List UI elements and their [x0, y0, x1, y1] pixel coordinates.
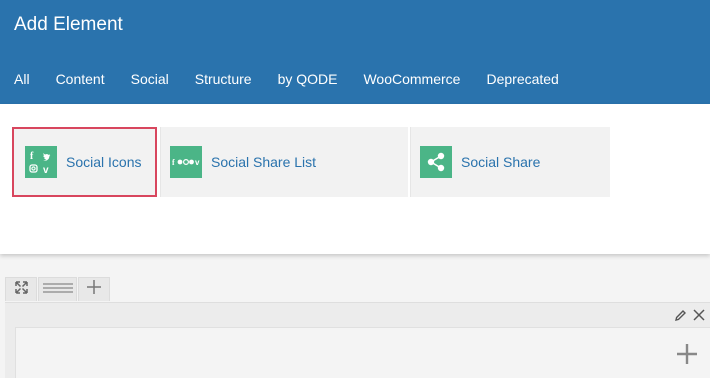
tab-woocommerce[interactable]: WooCommerce	[363, 71, 460, 87]
tab-by-qode[interactable]: by QODE	[278, 71, 338, 87]
social-share-list-icon: f v	[170, 146, 202, 178]
element-social-icons[interactable]: f v Social Icons	[12, 127, 157, 197]
add-icon	[87, 280, 101, 299]
element-label: Social Icons	[66, 154, 142, 170]
elements-panel: f v Social Icons f v Social Share List S…	[0, 104, 710, 254]
svg-text:f: f	[30, 151, 34, 162]
column-area	[15, 327, 710, 378]
tab-structure[interactable]: Structure	[195, 71, 252, 87]
tab-all[interactable]: All	[14, 71, 30, 87]
row-actions	[673, 308, 706, 322]
dialog-header: Add Element All Content Social Structure…	[0, 0, 710, 104]
dialog-title: Add Element	[14, 14, 123, 35]
svg-text:f: f	[172, 158, 175, 167]
element-social-share[interactable]: Social Share	[410, 127, 610, 197]
content-row	[5, 302, 710, 378]
row-toolbar	[5, 277, 111, 301]
fullscreen-icon	[14, 280, 28, 299]
svg-text:v: v	[195, 158, 200, 167]
elements-grid: f v Social Icons f v Social Share List S…	[12, 127, 710, 197]
share-icon	[420, 146, 452, 178]
close-icon[interactable]	[692, 308, 706, 322]
category-tabs: All Content Social Structure by QODE Woo…	[14, 71, 585, 87]
tab-deprecated[interactable]: Deprecated	[486, 71, 558, 87]
add-column-button[interactable]	[78, 277, 110, 301]
fullscreen-button[interactable]	[5, 277, 37, 301]
row-layout-button[interactable]	[38, 277, 77, 301]
tab-social[interactable]: Social	[131, 71, 169, 87]
svg-text:v: v	[43, 165, 49, 176]
social-icons-icon: f v	[25, 146, 57, 178]
row-layout-icon	[42, 281, 73, 299]
pencil-icon[interactable]	[673, 308, 687, 322]
add-element-icon[interactable]	[676, 343, 698, 365]
element-social-share-list[interactable]: f v Social Share List	[160, 127, 408, 197]
tab-content[interactable]: Content	[56, 71, 105, 87]
element-label: Social Share	[461, 154, 541, 170]
element-label: Social Share List	[211, 154, 317, 170]
